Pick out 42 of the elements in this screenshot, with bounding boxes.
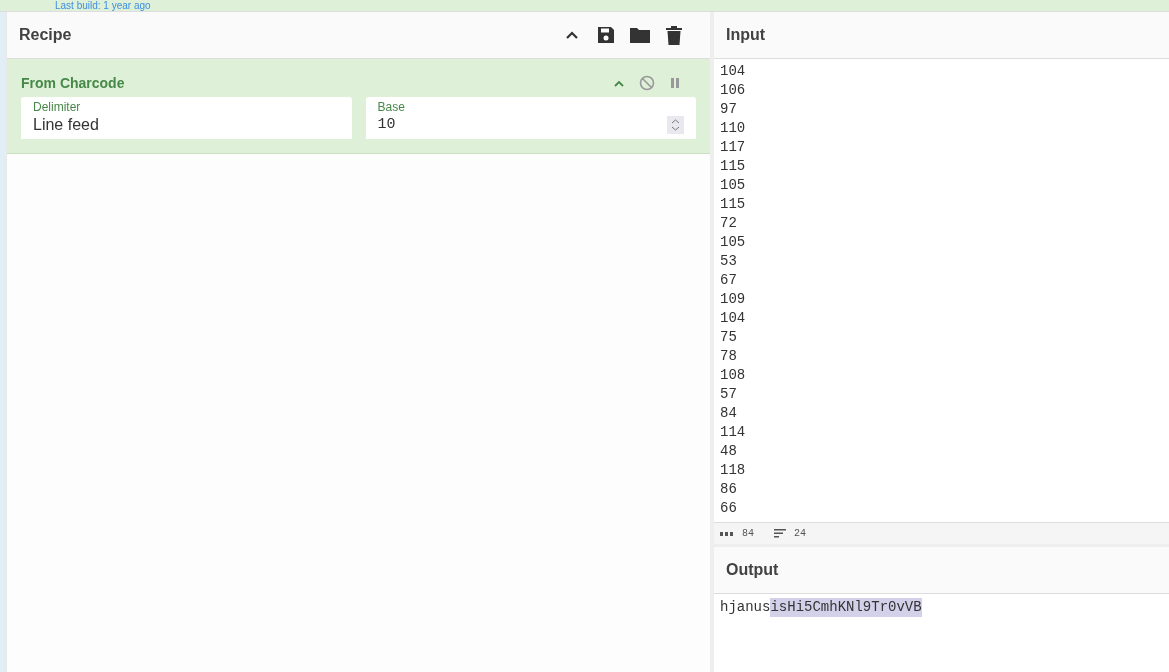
length-icon: [720, 530, 734, 537]
field-label: Base: [377, 100, 406, 114]
input-line: 67: [720, 271, 737, 290]
operation-title: From Charcode: [21, 73, 126, 93]
input-line: 75: [720, 328, 737, 347]
input-line: 108: [720, 366, 746, 385]
input-line: 114: [720, 423, 746, 442]
input-line: 78: [720, 347, 737, 366]
input-line: 109: [720, 290, 746, 309]
lines-count: 24: [794, 527, 807, 541]
input-line: 84: [720, 404, 737, 423]
field-value: 10: [377, 115, 397, 135]
input-line: 86: [720, 480, 737, 499]
input-line: 105: [720, 233, 746, 252]
input-line: 115: [720, 195, 746, 214]
spinner-icon[interactable]: [667, 116, 684, 134]
highlighted-text: isHi5CmhKNl9Tr0vVB: [770, 598, 922, 617]
field-value: Line feed: [33, 115, 100, 135]
input-line: 57: [720, 385, 737, 404]
input-line: 106: [720, 81, 746, 100]
input-title: Input: [726, 25, 766, 45]
field-label: Delimiter: [33, 100, 82, 114]
input-line: 117: [720, 138, 746, 157]
argument-field[interactable]: Delimiter Line feed: [21, 97, 352, 139]
input-line: 66: [720, 499, 737, 518]
lines-icon: [774, 529, 786, 538]
input-text-area[interactable]: 104 106 97 110 117 115 105 115 72 105 53 67 109 104 75 78 108 57 84 114 48 118 86 66: [714, 59, 1169, 522]
input-line: 104: [720, 309, 746, 328]
length-count: 84: [742, 527, 754, 541]
input-line: 118: [720, 461, 746, 480]
input-line: 48: [720, 442, 737, 461]
input-line: 104: [720, 62, 746, 81]
input-line: 97: [720, 100, 737, 119]
recipe-title: Recipe: [19, 25, 73, 45]
input-line: 105: [720, 176, 746, 195]
output-text: hjanus: [720, 598, 771, 617]
input-line: 115: [720, 157, 746, 176]
input-line: 72: [720, 214, 737, 233]
argument-field[interactable]: Base 10: [365, 97, 696, 139]
input-line: 110: [720, 119, 746, 138]
output-title: Output: [726, 560, 779, 580]
input-line: 53: [720, 252, 737, 271]
